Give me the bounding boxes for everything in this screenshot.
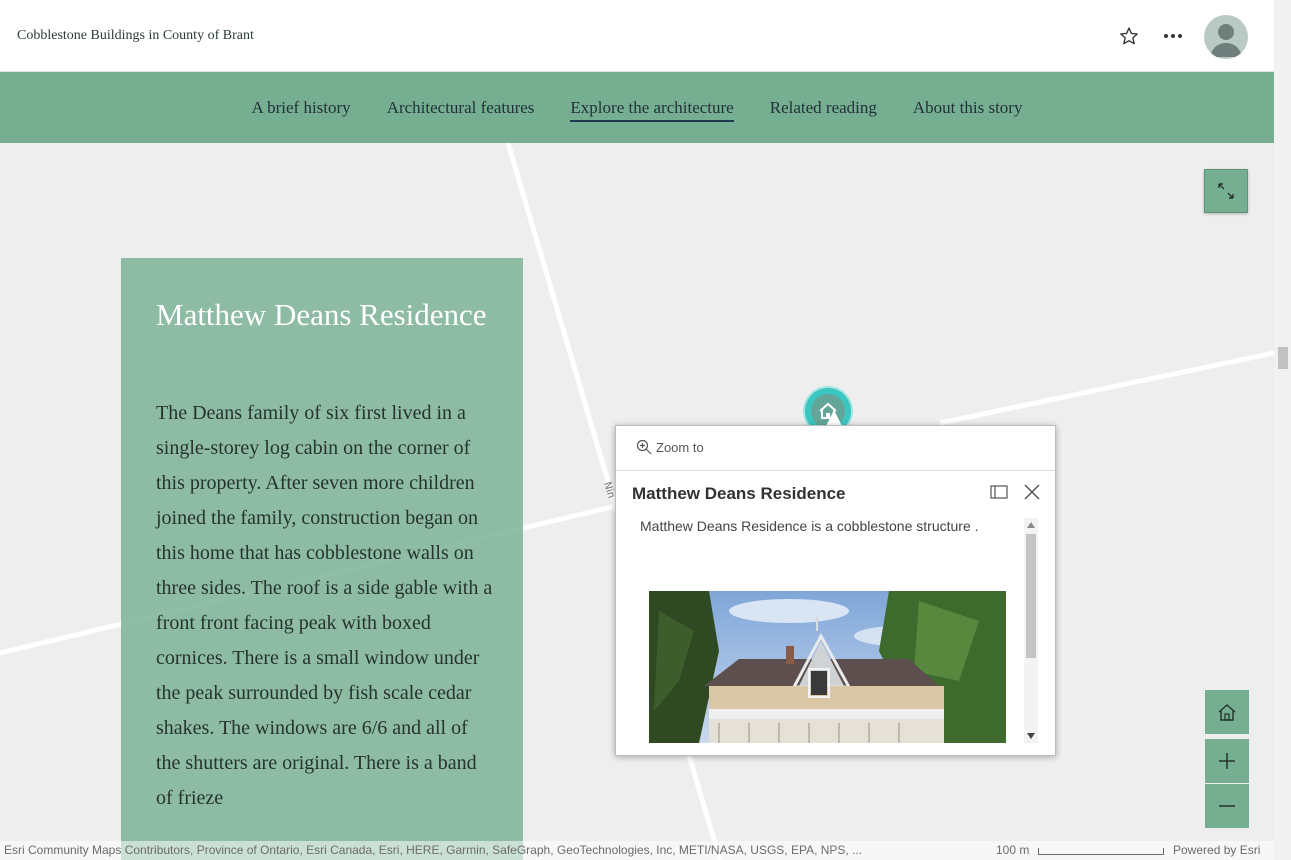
zoom-to-label: Zoom to bbox=[656, 439, 704, 455]
top-header: Cobblestone Buildings in County of Brant bbox=[0, 0, 1274, 72]
expand-icon bbox=[1218, 183, 1234, 199]
nav-item-related-reading[interactable]: Related reading bbox=[770, 98, 877, 122]
story-title[interactable]: Cobblestone Buildings in County of Brant bbox=[17, 28, 254, 44]
popup-title: Matthew Deans Residence bbox=[632, 484, 846, 503]
scroll-down-icon[interactable] bbox=[1027, 733, 1035, 739]
page-scrollbar[interactable] bbox=[1274, 0, 1291, 860]
nav-list: A brief history Architectural features E… bbox=[0, 98, 1274, 122]
zoom-to-button[interactable]: Zoom to bbox=[636, 439, 704, 455]
more-options-icon[interactable] bbox=[1159, 22, 1187, 50]
attribution-text[interactable]: Esri Community Maps Contributors, Provin… bbox=[4, 843, 862, 857]
map-attribution-bar: Esri Community Maps Contributors, Provin… bbox=[0, 841, 1274, 860]
popup-scrollbar[interactable] bbox=[1024, 518, 1038, 743]
plus-icon bbox=[1219, 753, 1235, 769]
zoom-in-button[interactable] bbox=[1205, 739, 1249, 783]
close-icon[interactable] bbox=[1022, 482, 1042, 502]
feature-popup: Zoom to Matthew Deans Residence Matthew … bbox=[615, 425, 1056, 756]
panel-body-text: The Deans family of six first lived in a… bbox=[156, 402, 493, 809]
home-button[interactable] bbox=[1205, 690, 1249, 734]
nav-item-architectural-features[interactable]: Architectural features bbox=[387, 98, 535, 122]
star-icon[interactable] bbox=[1115, 22, 1143, 50]
nav-item-brief-history[interactable]: A brief history bbox=[252, 98, 351, 122]
home-icon bbox=[1218, 704, 1236, 721]
page-scrollbar-thumb[interactable] bbox=[1278, 347, 1288, 369]
user-avatar-icon[interactable] bbox=[1204, 15, 1248, 59]
expand-map-button[interactable] bbox=[1204, 169, 1248, 213]
minus-icon bbox=[1219, 805, 1235, 807]
nav-item-explore-architecture[interactable]: Explore the architecture bbox=[570, 98, 734, 122]
scale-label: 100 m bbox=[996, 843, 1030, 857]
zoom-out-button[interactable] bbox=[1205, 784, 1249, 828]
residence-photo bbox=[649, 591, 1006, 743]
scroll-up-icon[interactable] bbox=[1027, 522, 1035, 528]
story-side-panel: Matthew Deans Residence The Deans family… bbox=[121, 258, 523, 860]
nav-item-about-story[interactable]: About this story bbox=[913, 98, 1023, 122]
dock-icon[interactable] bbox=[990, 484, 1008, 500]
panel-heading: Matthew Deans Residence bbox=[156, 297, 487, 332]
popup-divider bbox=[616, 470, 1055, 471]
powered-by-esri[interactable]: Powered by Esri bbox=[1173, 843, 1260, 857]
scale-bar bbox=[1038, 848, 1164, 855]
story-navigation: A brief history Architectural features E… bbox=[0, 72, 1274, 143]
popup-pointer bbox=[826, 410, 842, 426]
zoom-in-icon bbox=[636, 439, 652, 455]
popup-scrollbar-thumb[interactable] bbox=[1026, 534, 1036, 658]
popup-description: Matthew Deans Residence is a cobblestone… bbox=[640, 518, 979, 534]
